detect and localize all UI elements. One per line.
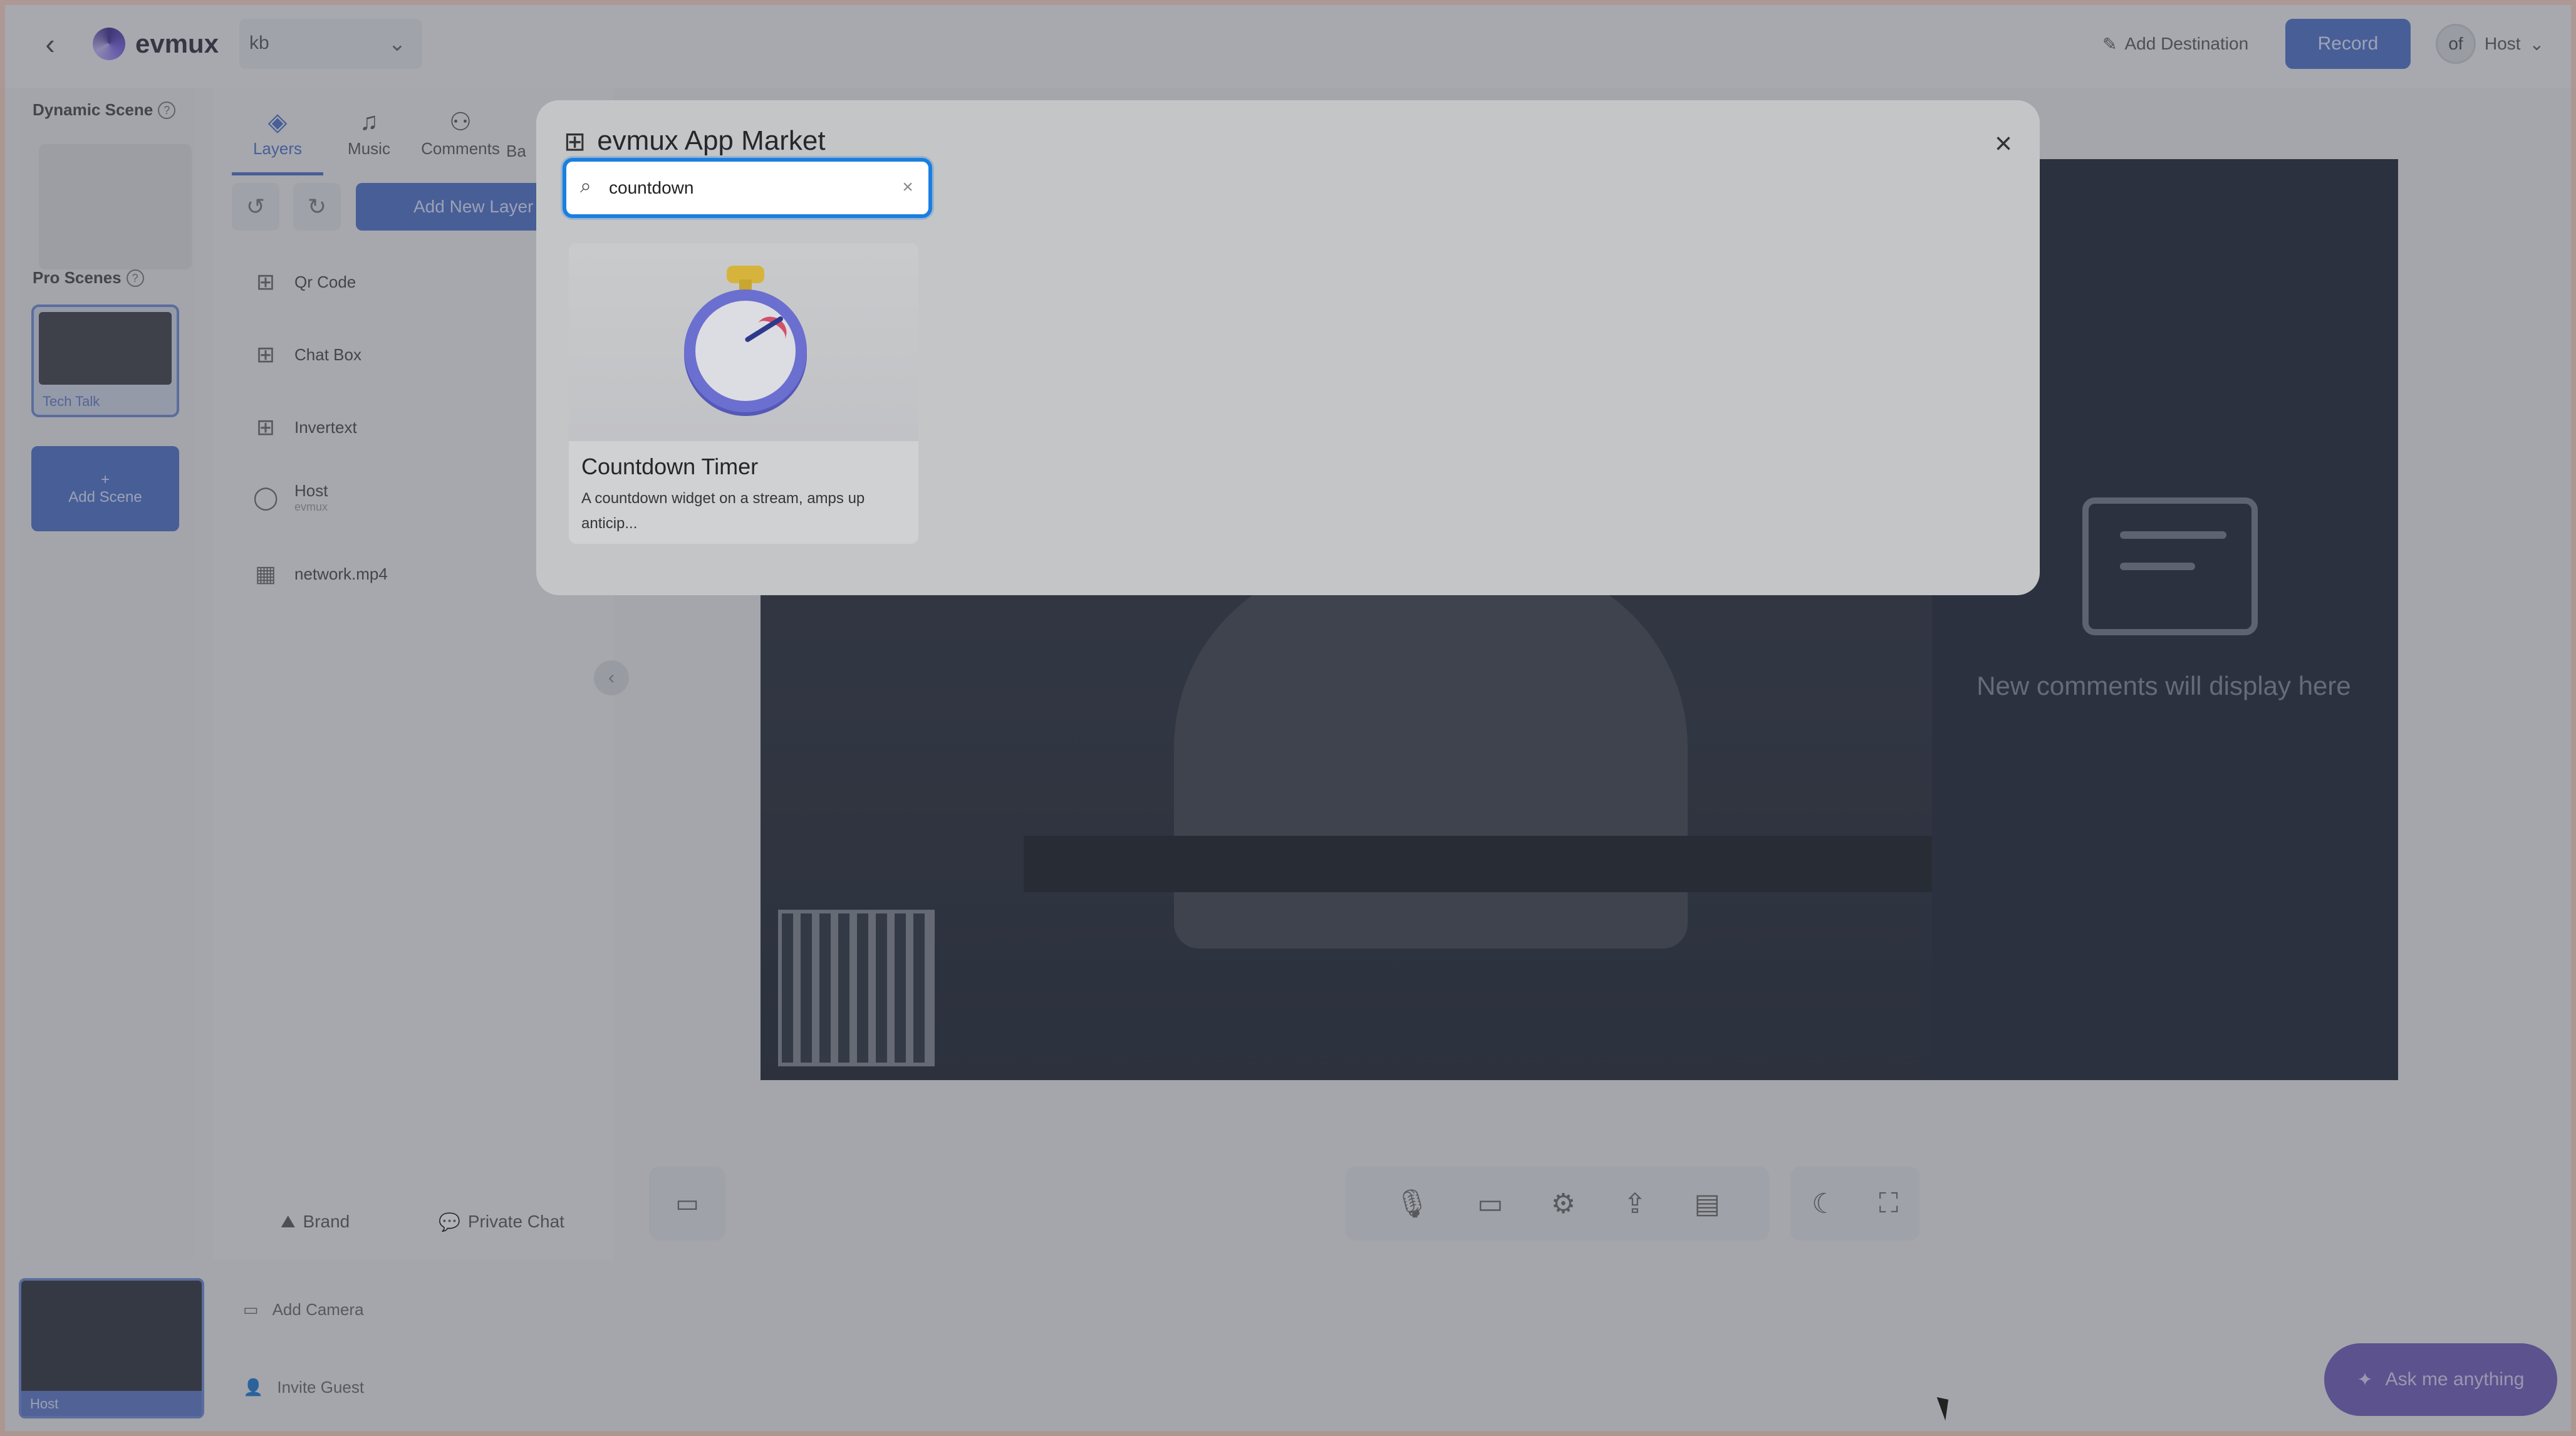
search-input[interactable] bbox=[609, 170, 885, 206]
app-card-countdown-timer[interactable]: Countdown Timer A countdown widget on a … bbox=[569, 243, 918, 544]
app-search: ⌕ × bbox=[563, 158, 932, 218]
search-icon: ⌕ bbox=[580, 174, 591, 197]
stopwatch-face bbox=[695, 301, 796, 401]
app-description: A countdown widget on a stream, amps up … bbox=[581, 490, 865, 532]
close-icon[interactable]: × bbox=[1985, 125, 2022, 163]
app-name: Countdown Timer bbox=[581, 454, 759, 479]
app-thumbnail bbox=[569, 243, 918, 441]
stopwatch-icon bbox=[684, 289, 807, 412]
app-market-modal: ⊞ evmux App Market × ⌕ × Countdown Timer… bbox=[536, 100, 2040, 595]
modal-title-text: evmux App Market bbox=[597, 125, 826, 156]
clear-icon[interactable]: × bbox=[893, 173, 922, 202]
modal-title: ⊞ evmux App Market bbox=[564, 119, 826, 163]
apps-icon: ⊞ bbox=[564, 126, 586, 156]
